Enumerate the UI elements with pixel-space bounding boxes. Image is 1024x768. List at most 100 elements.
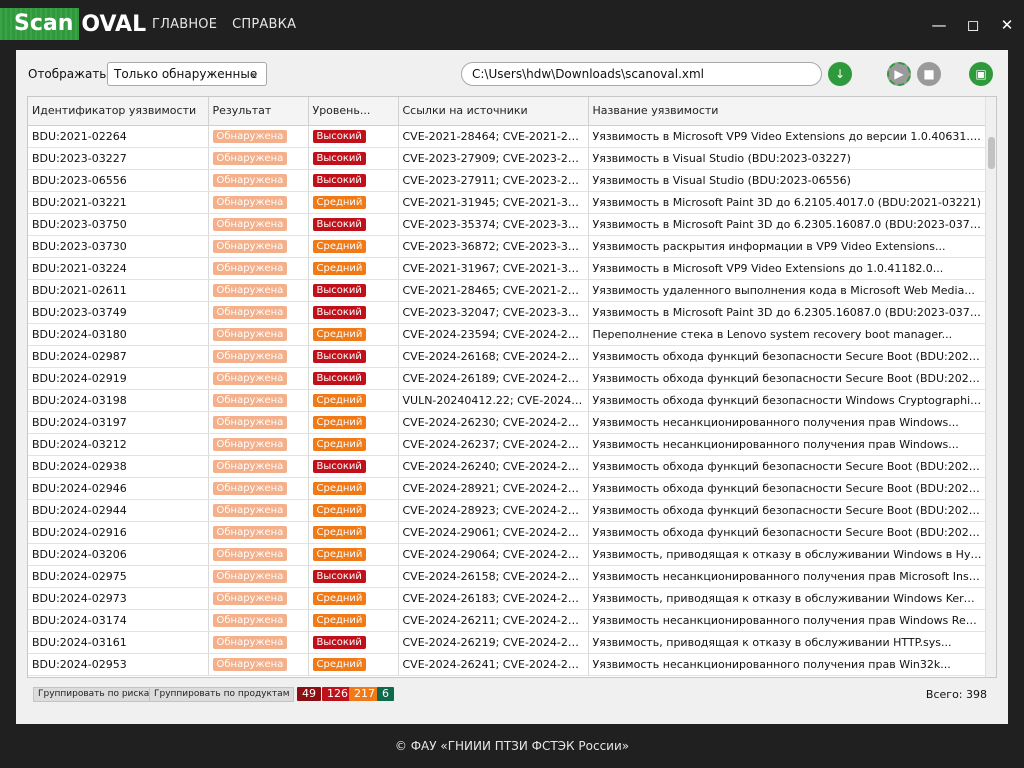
table-row[interactable]: BDU:2024-03174 Обнаружена Средний CVE-2024-… xyxy=(28,609,987,632)
table-row[interactable]: BDU:2024-02946 Обнаружена Средний CVE-2024-… xyxy=(28,477,987,500)
vulnerability-table: Идентификатор уязвимости Результат Урове… xyxy=(28,97,987,676)
nav-main[interactable]: ГЛАВНОЕ xyxy=(152,17,217,32)
result-badge: Обнаружена xyxy=(212,570,288,583)
severity-badge: Средний xyxy=(312,614,367,627)
severity-badge: Средний xyxy=(312,328,367,341)
scrollbar-thumb[interactable] xyxy=(988,137,995,169)
table-row[interactable]: BDU:2024-02975 Обнаружена Высокий CVE-2024-… xyxy=(28,565,987,588)
save-icon[interactable]: ▣ xyxy=(969,62,993,86)
table-row[interactable]: BDU:2023-06556 Обнаружена Высокий CVE-2023-… xyxy=(28,169,987,192)
cell-level: Средний xyxy=(308,543,399,566)
result-badge: Обнаружена xyxy=(212,240,288,253)
cell-result: Обнаружена xyxy=(208,169,309,192)
severity-badge: Высокий xyxy=(312,636,366,649)
cell-result: Обнаружена xyxy=(208,631,309,654)
result-badge: Обнаружена xyxy=(212,416,288,429)
severity-badge: Средний xyxy=(312,482,367,495)
count-medium-badge: 217 xyxy=(349,687,380,701)
stop-icon[interactable]: ■ xyxy=(917,62,941,86)
play-icon[interactable]: ▶ xyxy=(887,62,911,86)
cell-sources: CVE-2024-26219; CVE-2024-26219 xyxy=(398,631,589,654)
cell-vuln-id: BDU:2021-03224 xyxy=(28,257,209,280)
cell-vuln-name: Уязвимость в Microsoft Paint 3D до 6.230… xyxy=(588,213,987,236)
cell-sources: CVE-2023-35374; CVE-2023-35374 xyxy=(398,213,589,236)
table-row[interactable]: BDU:2023-03749 Обнаружена Высокий CVE-2023-… xyxy=(28,301,987,324)
severity-badge: Высокий xyxy=(312,284,366,297)
vertical-scrollbar[interactable] xyxy=(985,97,996,677)
table-row[interactable]: BDU:2023-03750 Обнаружена Высокий CVE-2023-… xyxy=(28,213,987,236)
cell-vuln-id: BDU:2023-03750 xyxy=(28,213,209,236)
cell-result: Обнаружена xyxy=(208,257,309,280)
cell-vuln-name: Уязвимость в Microsoft VP9 Video Extensi… xyxy=(588,125,987,148)
result-badge: Обнаружена xyxy=(212,526,288,539)
cell-level: Средний xyxy=(308,587,399,610)
severity-badge: Высокий xyxy=(312,372,366,385)
cell-vuln-id: BDU:2024-02938 xyxy=(28,455,209,478)
cell-sources: CVE-2024-26237; CVE-2024-26237 xyxy=(398,433,589,456)
table-row[interactable]: BDU:2024-02973 Обнаружена Средний CVE-2024-… xyxy=(28,587,987,610)
table-row[interactable]: BDU:2024-02919 Обнаружена Высокий CVE-2024-… xyxy=(28,367,987,390)
cell-vuln-id: BDU:2024-02944 xyxy=(28,499,209,522)
cell-vuln-id: BDU:2024-02975 xyxy=(28,565,209,588)
display-label: Отображать: xyxy=(28,67,111,81)
file-path-input[interactable]: C:\Users\hdw\Downloads\scanoval.xml xyxy=(461,62,822,86)
cell-vuln-id: BDU:2024-03174 xyxy=(28,609,209,632)
table-row[interactable]: BDU:2024-03212 Обнаружена Средний CVE-2024-… xyxy=(28,433,987,456)
cell-level: Средний xyxy=(308,521,399,544)
total-count: Всего: 398 xyxy=(925,688,987,701)
result-badge: Обнаружена xyxy=(212,284,288,297)
table-row[interactable]: BDU:2024-02944 Обнаружена Средний CVE-2024-… xyxy=(28,499,987,522)
cell-result: Обнаружена xyxy=(208,411,309,434)
cell-result: Обнаружена xyxy=(208,543,309,566)
cell-sources: CVE-2024-26158; CVE-2024-26158 xyxy=(398,565,589,588)
cell-sources: CVE-2023-36872; CVE-2023-36872 xyxy=(398,235,589,258)
maximize-icon[interactable]: ◻ xyxy=(956,0,990,50)
cell-vuln-name: Переполнение стека в Lenovo system recov… xyxy=(588,323,987,346)
result-badge: Обнаружена xyxy=(212,152,288,165)
cell-level: Средний xyxy=(308,609,399,632)
cell-sources: CVE-2024-26168; CVE-2024-26168 xyxy=(398,345,589,368)
header-level[interactable]: Уровень... xyxy=(308,97,399,126)
table-row[interactable]: BDU:2024-03180 Обнаружена Средний CVE-2024-… xyxy=(28,323,987,346)
table-row[interactable]: BDU:2023-03227 Обнаружена Высокий CVE-2023-… xyxy=(28,147,987,170)
table-row[interactable]: BDU:2024-03198 Обнаружена Средний VULN-2024… xyxy=(28,389,987,412)
table-row[interactable]: BDU:2024-03197 Обнаружена Средний CVE-2024-… xyxy=(28,411,987,434)
table-body: BDU:2021-02264 Обнаружена Высокий CVE-2021-… xyxy=(28,125,987,676)
table-row[interactable]: BDU:2024-02938 Обнаружена Высокий CVE-2024-… xyxy=(28,455,987,478)
nav-help[interactable]: СПРАВКА xyxy=(232,17,296,32)
app-logo: Scan OVAL xyxy=(0,8,146,40)
cell-level: Средний xyxy=(308,477,399,500)
result-badge: Обнаружена xyxy=(212,482,288,495)
cell-result: Обнаружена xyxy=(208,499,309,522)
table-row[interactable]: BDU:2021-03224 Обнаружена Средний CVE-2021-… xyxy=(28,257,987,280)
table-row[interactable]: BDU:2024-02916 Обнаружена Средний CVE-2024-… xyxy=(28,521,987,544)
download-icon[interactable]: ↓ xyxy=(828,62,852,86)
severity-badge: Высокий xyxy=(312,152,366,165)
cell-vuln-name: Уязвимость в Microsoft VP9 Video Extensi… xyxy=(588,257,987,280)
display-filter-select[interactable]: Только обнаруженные ⌄ xyxy=(107,62,267,86)
close-icon[interactable]: ✕ xyxy=(990,0,1024,50)
table-row[interactable]: BDU:2021-02264 Обнаружена Высокий CVE-2021-… xyxy=(28,125,987,148)
cell-result: Обнаружена xyxy=(208,301,309,324)
severity-badge: Средний xyxy=(312,548,367,561)
header-vuln-id[interactable]: Идентификатор уязвимости xyxy=(28,97,209,126)
header-sources[interactable]: Ссылки на источники xyxy=(398,97,589,126)
minimize-icon[interactable]: — xyxy=(922,0,956,50)
group-by-product-button[interactable]: Группировать по продуктам xyxy=(149,687,295,702)
cell-vuln-name: Уязвимость обхода функций безопасности W… xyxy=(588,389,987,412)
table-row[interactable]: BDU:2021-03221 Обнаружена Средний CVE-2021-… xyxy=(28,191,987,214)
table-row[interactable]: BDU:2021-02611 Обнаружена Высокий CVE-2021-… xyxy=(28,279,987,302)
severity-badge: Высокий xyxy=(312,570,366,583)
table-row[interactable]: BDU:2023-03730 Обнаружена Средний CVE-2023-… xyxy=(28,235,987,258)
table-row[interactable]: BDU:2024-03206 Обнаружена Средний CVE-2024-… xyxy=(28,543,987,566)
cell-level: Средний xyxy=(308,653,399,676)
header-result[interactable]: Результат xyxy=(208,97,309,126)
group-by-risk-button[interactable]: Группировать по рискам xyxy=(33,687,162,702)
table-row[interactable]: BDU:2024-02987 Обнаружена Высокий CVE-2024-… xyxy=(28,345,987,368)
table-row[interactable]: BDU:2024-02953 Обнаружена Средний CVE-2024-… xyxy=(28,653,987,676)
header-vuln-name[interactable]: Название уязвимости xyxy=(588,97,987,126)
footer-copyright: © ФАУ «ГНИИИ ПТЗИ ФСТЭК России» xyxy=(394,739,630,753)
table-row[interactable]: BDU:2024-03161 Обнаружена Высокий CVE-2024-… xyxy=(28,631,987,654)
title-bar: Scan OVAL ГЛАВНОЕ СПРАВКА — ◻ ✕ xyxy=(0,0,1024,50)
cell-vuln-id: BDU:2023-03749 xyxy=(28,301,209,324)
